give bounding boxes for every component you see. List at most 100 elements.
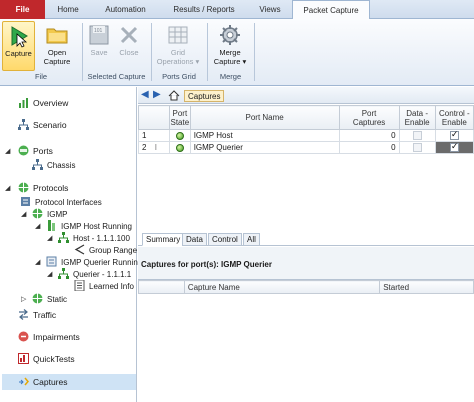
open-capture-button[interactable]: Open Capture <box>38 21 76 71</box>
breadcrumb-captures: Captures <box>188 92 221 101</box>
nav-overview[interactable]: Overview <box>18 97 68 110</box>
grid-ops-line1: Grid <box>170 48 186 57</box>
control-enable-checkbox[interactable] <box>449 129 459 141</box>
col-port-state-line2: State <box>170 117 190 127</box>
grid-operations-button[interactable]: Grid Operations ▾ <box>154 21 202 71</box>
table-row[interactable]: 2 I IGMP Querier 0 <box>137 141 474 154</box>
table-row[interactable]: 1 IGMP Host 0 <box>137 129 474 142</box>
port-name-cell[interactable]: IGMP Host <box>189 129 340 142</box>
nav-protocols[interactable]: Protocols <box>18 182 68 195</box>
tab-results-reports[interactable]: Results / Reports <box>160 0 248 19</box>
tab-data[interactable]: Data <box>182 233 207 246</box>
collapse-arrow-icon[interactable]: ◢ <box>21 208 26 221</box>
col-data-enable[interactable]: Data - Enable <box>398 105 436 130</box>
collapse-arrow-icon[interactable]: ◢ <box>35 220 40 233</box>
impairments-icon <box>18 331 29 342</box>
close-button[interactable]: Close <box>115 21 143 71</box>
captures-for-header: Captures for port(s): IGMP Querier <box>138 247 474 280</box>
col-port-captures[interactable]: Port Captures <box>338 105 400 130</box>
nav-ports[interactable]: Ports <box>18 145 53 158</box>
data-enable-cell[interactable] <box>398 141 436 154</box>
nav-scenario[interactable]: Scenario <box>18 119 67 132</box>
tab-summary[interactable]: Summary <box>142 233 185 246</box>
data-enable-checkbox[interactable] <box>412 131 422 141</box>
col-capture-name[interactable]: Capture Name <box>183 280 381 294</box>
ribbon-tabs: File Home Automation Results / Reports V… <box>0 0 474 20</box>
tab-all[interactable]: All <box>243 233 260 246</box>
tab-file[interactable]: File <box>0 0 45 19</box>
nav-captures[interactable]: Captures <box>18 376 68 389</box>
tab-automation[interactable]: Automation <box>91 0 160 19</box>
col-port-state[interactable]: Port State <box>169 105 191 130</box>
col-data-enable-line2: Enable <box>404 117 430 127</box>
port-captures-cell: 0 <box>338 141 400 154</box>
tab-control[interactable]: Control <box>208 233 242 246</box>
nav-chassis-label: Chassis <box>47 161 76 170</box>
nav-traffic[interactable]: Traffic <box>18 309 56 322</box>
group-label-file: File <box>34 72 48 81</box>
col-data-enable-line1: Data - <box>406 108 429 118</box>
static-globe-icon <box>32 293 43 304</box>
nav-quicktests[interactable]: QuickTests <box>18 353 75 366</box>
nav-impairments-label: Impairments <box>33 332 80 342</box>
back-arrow-icon[interactable]: ◀ <box>141 89 149 100</box>
nav-chassis[interactable]: Chassis <box>32 159 75 172</box>
save-button[interactable]: 101 Save <box>86 21 112 71</box>
collapse-arrow-icon[interactable]: ◢ <box>5 145 10 158</box>
querier-node-icon <box>58 268 69 279</box>
breadcrumb[interactable]: Captures <box>184 90 225 102</box>
nav-learned-info[interactable]: Learned Info <box>74 280 134 293</box>
col-port-captures-line1: Port <box>361 108 377 118</box>
igmp-globe-icon <box>32 208 43 219</box>
nav-protocols-label: Protocols <box>33 183 69 193</box>
group-range-icon <box>74 244 85 255</box>
content-pane: ◀ ▶ Captures Port State Port Name Port Cap… <box>137 87 474 402</box>
data-enable-cell[interactable] <box>398 129 436 142</box>
merge-capture-button[interactable]: Merge Capture ▾ <box>210 21 250 71</box>
tab-packet-capture[interactable]: Packet Capture <box>292 0 370 20</box>
interface-icon <box>21 197 30 206</box>
col-control-enable-line1: Control - <box>439 108 470 118</box>
nav-static[interactable]: Static <box>32 293 67 306</box>
nav-igmp-label: IGMP <box>47 210 68 219</box>
sub-tabs: Summary Data Control All <box>138 231 474 246</box>
collapse-arrow-icon[interactable]: ◢ <box>47 232 52 245</box>
collapse-arrow-icon[interactable]: ◢ <box>35 256 40 269</box>
data-enable-checkbox[interactable] <box>412 143 422 153</box>
nav-overview-label: Overview <box>33 98 69 108</box>
nav-impairments[interactable]: Impairments <box>18 331 80 344</box>
nav-igmp-host-running-label: IGMP Host Running <box>61 222 132 231</box>
control-enable-checkbox[interactable] <box>449 141 459 153</box>
port-name-cell[interactable]: IGMP Querier <box>189 141 340 154</box>
learned-info-icon <box>74 280 85 291</box>
nav-querier-label: Querier - 1.1.1.1 <box>73 270 132 279</box>
merge-line1: Merge <box>219 48 241 57</box>
folder-icon <box>46 28 68 44</box>
col-control-enable[interactable]: Control - Enable <box>434 105 474 130</box>
col-started[interactable]: Started <box>379 280 474 294</box>
group-label-selected-capture: Selected Capture <box>87 72 146 81</box>
capture-button[interactable]: Capture <box>2 21 35 71</box>
tab-views[interactable]: Views <box>248 0 292 19</box>
collapse-arrow-icon[interactable]: ◢ <box>47 268 52 281</box>
merge-gear-icon <box>220 25 240 45</box>
group-label-merge: Merge <box>219 72 242 81</box>
close-label: Close <box>119 48 139 57</box>
traffic-arrows-icon <box>19 309 28 320</box>
merge-line2: Capture ▾ <box>213 57 247 66</box>
tab-home[interactable]: Home <box>45 0 91 19</box>
home-icon[interactable] <box>168 90 180 101</box>
control-enable-cell[interactable] <box>434 129 474 142</box>
expand-arrow-icon[interactable]: ▷ <box>21 293 26 306</box>
control-enable-cell[interactable] <box>434 141 474 154</box>
ports-grid: Port State Port Name Port Captures Data -E… <box>137 105 474 154</box>
col-port-name[interactable]: Port Name <box>189 105 340 130</box>
forward-arrow-icon[interactable]: ▶ <box>153 89 161 100</box>
svg-text:101: 101 <box>94 28 103 34</box>
collapse-arrow-icon[interactable]: ◢ <box>5 182 10 195</box>
port-state-cell <box>169 141 191 154</box>
group-label-ports-grid: Ports Grid <box>162 72 196 81</box>
open-capture-line1: Open <box>47 48 67 57</box>
row-number-text: 2 <box>142 143 147 152</box>
text-cursor-icon: I <box>154 143 157 152</box>
